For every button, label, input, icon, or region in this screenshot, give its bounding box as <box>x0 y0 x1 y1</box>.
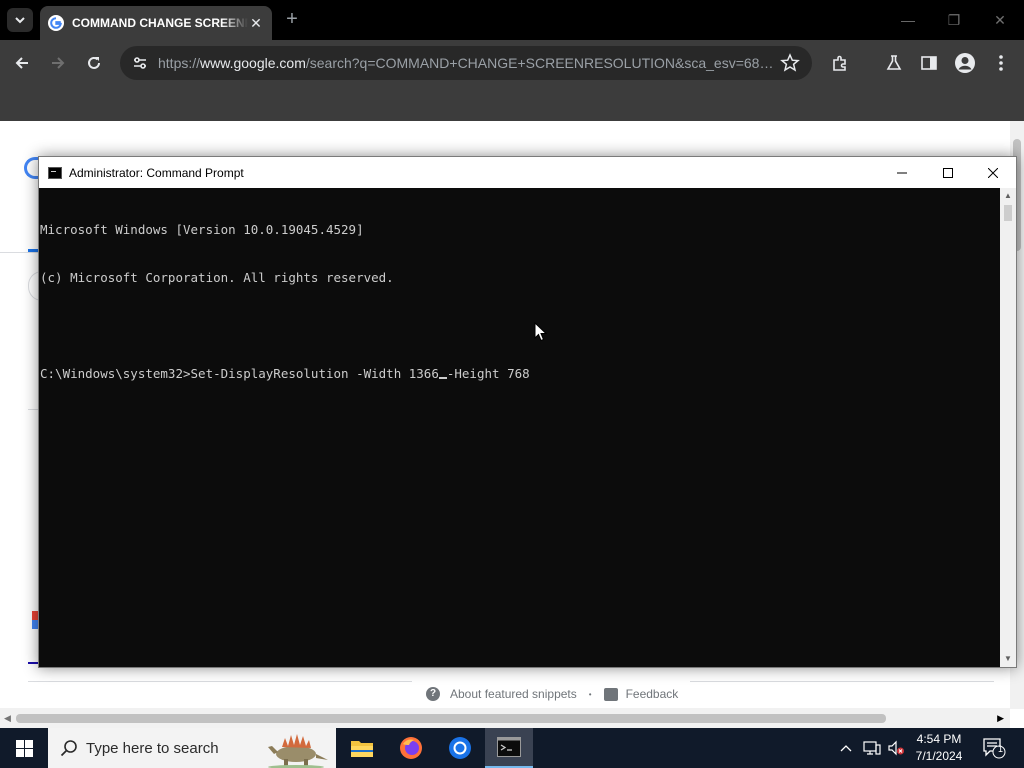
taskbar-search-placeholder: Type here to search <box>86 739 219 757</box>
side-panel-button[interactable] <box>918 52 940 74</box>
site-info-icon[interactable] <box>130 53 150 73</box>
cmd-maximize-button[interactable] <box>925 157 971 188</box>
puzzle-icon <box>833 55 846 71</box>
side-panel-icon <box>921 56 937 70</box>
prompt-command-text: C:\Windows\system32>Set-DisplayResolutio… <box>40 366 439 381</box>
taskbar-search-box[interactable]: Type here to search <box>48 728 336 768</box>
prompt-command-text-after-cursor: -Height 768 <box>446 366 530 381</box>
show-hidden-icons-button[interactable] <box>836 728 856 768</box>
browser-restore-icon[interactable]: ❐ <box>942 10 966 30</box>
scroll-down-icon[interactable]: ▼ <box>1000 651 1016 667</box>
text-cursor <box>438 377 447 379</box>
console-line: Microsoft Windows [Version 10.0.19045.45… <box>40 222 364 237</box>
scroll-right-icon[interactable]: ▶ <box>997 713 1004 724</box>
url-scheme: https:// <box>158 55 201 71</box>
network-status-button[interactable] <box>860 728 884 768</box>
avatar-icon <box>955 53 975 73</box>
search-icon <box>60 740 77 757</box>
cmd-console-output[interactable]: Microsoft Windows [Version 10.0.19045.45… <box>39 188 1000 667</box>
url-host: www.google.com <box>200 55 306 71</box>
cmd-window-title: Administrator: Command Prompt <box>69 165 244 180</box>
page-hscrollbar-thumb[interactable] <box>16 714 886 723</box>
mouse-pointer-icon <box>534 322 548 342</box>
tab-search-button[interactable] <box>7 8 33 32</box>
console-line: (c) Microsoft Corporation. All rights re… <box>40 270 394 285</box>
google-favicon-icon <box>48 15 64 31</box>
help-icon: ? <box>426 687 440 701</box>
chevron-up-icon <box>840 745 852 752</box>
clock-date: 7/1/2024 <box>915 749 963 763</box>
cmd-titlebar[interactable]: Administrator: Command Prompt <box>39 157 1016 188</box>
taskbar-command-prompt[interactable] <box>485 728 533 768</box>
chevron-down-icon <box>15 17 25 24</box>
more-vertical-icon <box>999 55 1003 71</box>
search-highlight-dinosaur-icon <box>268 734 328 768</box>
minimize-icon <box>897 172 907 173</box>
cmd-minimize-button[interactable] <box>879 157 925 188</box>
scroll-left-icon[interactable]: ◀ <box>4 713 11 724</box>
cmd-app-icon <box>48 166 62 179</box>
feedback-icon <box>603 687 618 701</box>
bookmark-star-icon[interactable] <box>780 53 800 73</box>
cmd-close-button[interactable] <box>970 157 1016 188</box>
about-featured-snippets-link[interactable]: About featured snippets <box>450 687 577 701</box>
taskbar-chrome[interactable] <box>436 728 484 768</box>
bookmarks-bar <box>0 86 1024 121</box>
tab-title: COMMAND CHANGE SCREENRESOLUTION <box>72 16 248 30</box>
snippet-footer-line-right <box>690 681 994 682</box>
console-prompt-line[interactable]: C:\Windows\system32>Set-DisplayResolutio… <box>40 366 1000 382</box>
close-icon <box>988 167 998 178</box>
start-button[interactable] <box>0 728 48 768</box>
command-prompt-window[interactable]: Administrator: Command Prompt Microsoft … <box>38 156 1017 668</box>
feedback-link[interactable]: Feedback <box>626 687 679 701</box>
reload-icon <box>88 56 100 69</box>
notification-count-badge: 1 <box>998 744 1004 754</box>
arrow-left-icon <box>15 57 28 69</box>
url-path: /search?q=COMMAND+CHANGE+SCREENRESOLUTIO… <box>305 55 774 71</box>
clock-time: 4:54 PM <box>916 732 962 746</box>
address-bar[interactable]: https://www.google.com/search?q=COMMAND+… <box>120 46 812 80</box>
taskbar-clock[interactable]: 4:54 PM 7/1/2024 <box>906 731 972 765</box>
reload-button[interactable] <box>83 52 105 74</box>
new-tab-button[interactable]: + <box>282 9 302 29</box>
windows-taskbar: Type here to search 4:54 PM 7/1/2024 1 <box>0 728 1024 768</box>
labs-button[interactable] <box>883 52 905 74</box>
maximize-icon <box>943 167 953 178</box>
browser-tab-strip: COMMAND CHANGE SCREENRESOLUTION ✕ + — ❐ … <box>0 0 1024 40</box>
volume-muted-icon <box>888 740 904 756</box>
browser-close-icon[interactable]: ✕ <box>988 10 1012 30</box>
footer-separator: • <box>588 689 592 699</box>
url-text: https://www.google.com/search?q=COMMAND+… <box>158 55 774 71</box>
flask-icon <box>886 55 902 70</box>
browser-toolbar: https://www.google.com/search?q=COMMAND+… <box>0 40 1024 86</box>
page-divider <box>0 252 40 253</box>
network-icon <box>863 741 881 755</box>
volume-button[interactable] <box>884 728 908 768</box>
terminal-icon <box>497 737 521 757</box>
cmd-vertical-scrollbar[interactable]: ▲ ▼ <box>1000 188 1016 667</box>
cmd-scrollbar-thumb[interactable] <box>1004 205 1012 221</box>
taskbar-file-explorer[interactable] <box>338 728 386 768</box>
chrome-icon <box>449 737 471 759</box>
arrow-right-icon <box>52 57 65 69</box>
snippet-footer: ? About featured snippets • Feedback <box>426 687 678 701</box>
page-horizontal-scrollbar[interactable]: ◀ ▶ <box>0 708 1010 728</box>
extensions-button[interactable] <box>829 52 851 74</box>
browser-tab-active[interactable]: COMMAND CHANGE SCREENRESOLUTION ✕ <box>40 6 272 40</box>
snippet-footer-line-left <box>28 681 412 682</box>
firefox-icon <box>400 737 422 759</box>
folder-icon <box>351 741 373 757</box>
desktop: COMMAND CHANGE SCREENRESOLUTION ✕ + — ❐ … <box>0 0 1024 768</box>
windows-logo-icon <box>15 739 33 757</box>
scroll-up-icon[interactable]: ▲ <box>1000 188 1016 204</box>
profile-button[interactable] <box>954 52 976 74</box>
browser-minimize-icon[interactable]: — <box>896 10 920 30</box>
taskbar-firefox[interactable] <box>387 728 435 768</box>
browser-menu-button[interactable] <box>990 52 1012 74</box>
tab-close-icon[interactable]: ✕ <box>248 15 264 31</box>
action-center-button[interactable]: 1 <box>978 728 1010 768</box>
back-button[interactable] <box>11 52 33 74</box>
forward-button[interactable] <box>47 52 69 74</box>
